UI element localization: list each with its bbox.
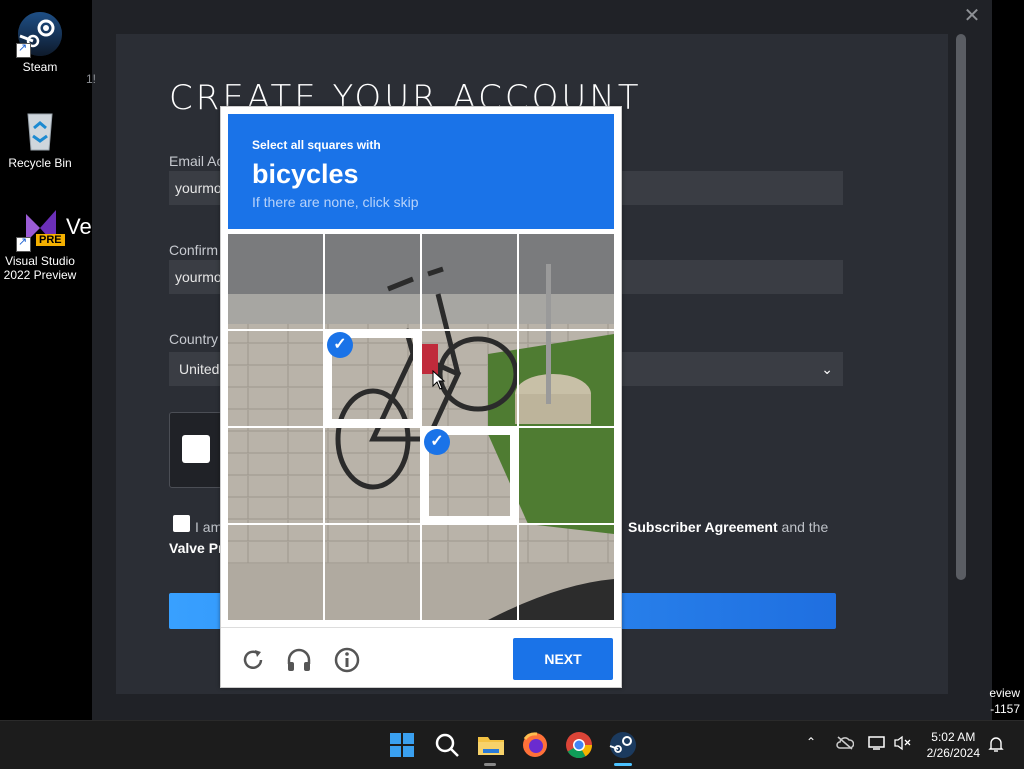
agree-checkbox[interactable] bbox=[173, 515, 190, 532]
notification-bell-icon[interactable] bbox=[988, 735, 1004, 753]
check-icon: ✓ bbox=[424, 429, 450, 455]
close-icon[interactable]: ✕ bbox=[960, 4, 984, 28]
scrollbar[interactable] bbox=[956, 34, 966, 580]
desktop-icon-recycle-bin[interactable]: Recycle Bin bbox=[0, 106, 80, 170]
skip-hint: If there are none, click skip bbox=[252, 194, 419, 210]
instruction-text: Select all squares with bbox=[252, 138, 381, 152]
chevron-down-icon: ⌄ bbox=[821, 361, 833, 377]
desktop-icon-steam[interactable]: Steam bbox=[0, 10, 80, 74]
edge-text: -1157 bbox=[990, 702, 1020, 716]
date: 2/26/2024 bbox=[926, 746, 980, 760]
file-explorer-icon[interactable] bbox=[475, 729, 507, 761]
shortcut-arrow-icon bbox=[16, 41, 31, 58]
audio-icon[interactable] bbox=[285, 646, 313, 674]
email-label: Email Ac bbox=[169, 153, 224, 169]
cloud-offline-icon[interactable] bbox=[836, 736, 854, 750]
reload-icon[interactable] bbox=[239, 646, 267, 674]
firefox-icon[interactable] bbox=[519, 729, 551, 761]
visual-studio-icon: PRE bbox=[16, 204, 65, 252]
desktop-clipped-text: Ve bbox=[66, 214, 92, 239]
image-grid: ✓ ✓ bbox=[228, 234, 614, 620]
desktop-icon-label: Steam bbox=[22, 60, 58, 74]
mouse-cursor-icon bbox=[432, 370, 446, 390]
volume-muted-icon[interactable] bbox=[894, 735, 912, 751]
next-button[interactable]: NEXT bbox=[513, 638, 613, 680]
steam-icon bbox=[16, 10, 64, 58]
country-label: Country bbox=[169, 331, 219, 347]
agree-link-line: Subscriber Agreement and the bbox=[628, 519, 828, 535]
running-indicator bbox=[484, 763, 496, 766]
recaptcha-challenge: Select all squares with bicycles If ther… bbox=[220, 106, 622, 688]
desktop-icon-label: Recycle Bin bbox=[8, 156, 72, 170]
agree-suffix: and the bbox=[781, 519, 829, 535]
start-icon[interactable] bbox=[386, 729, 418, 761]
captcha-checkbox[interactable] bbox=[182, 435, 210, 463]
time: 5:02 AM bbox=[931, 730, 976, 744]
steam-icon[interactable] bbox=[607, 729, 639, 761]
search-icon[interactable] bbox=[431, 729, 463, 761]
network-icon[interactable] bbox=[868, 735, 886, 751]
target-object: bicycles bbox=[252, 159, 359, 189]
clock[interactable]: 5:02 AM 2/26/2024 bbox=[927, 729, 980, 761]
taskbar: ⌃ 5:02 AM 2/26/2024 bbox=[0, 720, 1024, 769]
country-value: United bbox=[179, 361, 220, 377]
recaptcha-footer: NEXT bbox=[221, 627, 621, 688]
preview-badge: PRE bbox=[36, 234, 65, 246]
confirm-email-label: Confirm bbox=[169, 242, 219, 258]
chrome-icon[interactable] bbox=[563, 729, 595, 761]
subscriber-agreement-link[interactable]: Subscriber Agreement bbox=[628, 519, 778, 535]
edge-text: eview bbox=[989, 686, 1020, 700]
check-icon: ✓ bbox=[327, 332, 353, 358]
chevron-up-icon[interactable]: ⌃ bbox=[806, 735, 816, 749]
info-icon[interactable] bbox=[333, 646, 361, 674]
active-indicator bbox=[614, 763, 632, 766]
recycle-bin-icon bbox=[16, 106, 64, 154]
privacy-link[interactable]: Valve Pr bbox=[169, 540, 224, 556]
desktop-icon-label: Visual Studio 2022 Preview bbox=[3, 254, 77, 282]
recaptcha-header: Select all squares with bicycles If ther… bbox=[228, 114, 614, 229]
shortcut-arrow-icon bbox=[16, 235, 31, 252]
clipped-text: 1! bbox=[86, 72, 97, 86]
agree-text: I am bbox=[195, 519, 223, 535]
